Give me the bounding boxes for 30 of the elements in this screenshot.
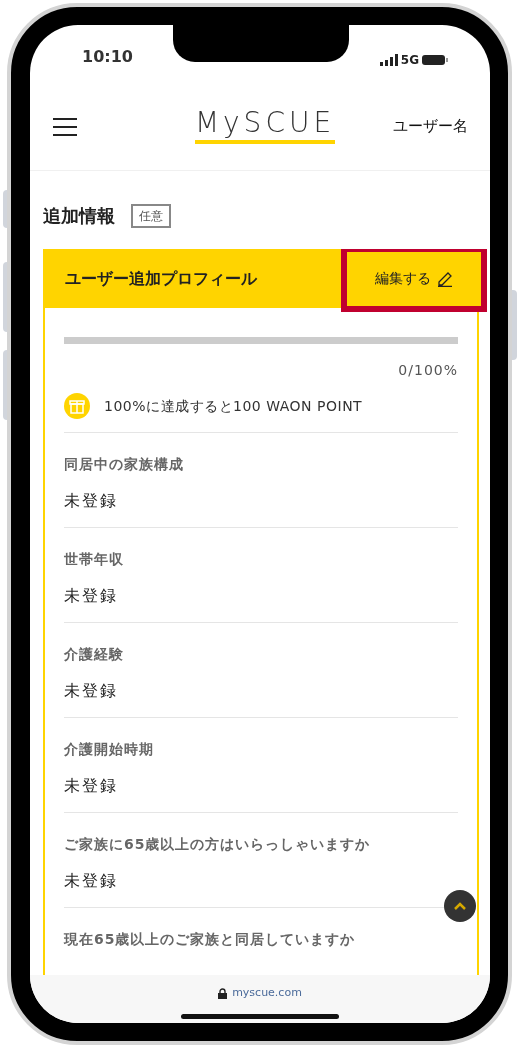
optional-badge: 任意	[131, 203, 171, 228]
field-label: 同居中の家族構成	[64, 455, 185, 474]
scroll-top-button[interactable]	[444, 890, 476, 922]
gift-icon	[64, 393, 90, 419]
field-value: 未登録	[64, 680, 119, 702]
network-label: 5G	[400, 52, 419, 69]
section-title: 追加情報	[43, 204, 115, 228]
progress-reading: 0/100%	[398, 361, 458, 380]
reward-text: 100%に達成すると100 WAON POINT	[104, 396, 363, 416]
field-value: 未登録	[64, 585, 119, 607]
url-text: myscue.com	[232, 985, 302, 1001]
edit-button[interactable]: 編集する	[341, 249, 487, 312]
field-value: 未登録	[64, 870, 119, 892]
logo[interactable]: MySCUE	[194, 109, 336, 144]
menu-icon[interactable]	[53, 117, 77, 136]
field-label: 世帯年収	[64, 550, 125, 569]
field-label: 介護開始時期	[64, 740, 155, 759]
card-title: ユーザー追加プロフィール	[65, 267, 257, 290]
field-value: 未登録	[64, 490, 119, 512]
clock-time: 10:10	[82, 46, 133, 68]
field-label: ご家族に65歳以上の方はいらっしゃいますか	[64, 835, 372, 854]
signal-icon	[379, 54, 398, 66]
lock-icon	[218, 987, 228, 999]
field-label: 介護経験	[64, 645, 125, 664]
battery-icon	[422, 54, 448, 66]
field-value: 未登録	[64, 775, 119, 797]
user-name[interactable]: ユーザー名	[393, 115, 468, 138]
pencil-icon	[437, 270, 453, 287]
caret-icon	[454, 902, 466, 910]
field-label: 現在65歳以上のご家族と同居していますか	[64, 930, 357, 949]
